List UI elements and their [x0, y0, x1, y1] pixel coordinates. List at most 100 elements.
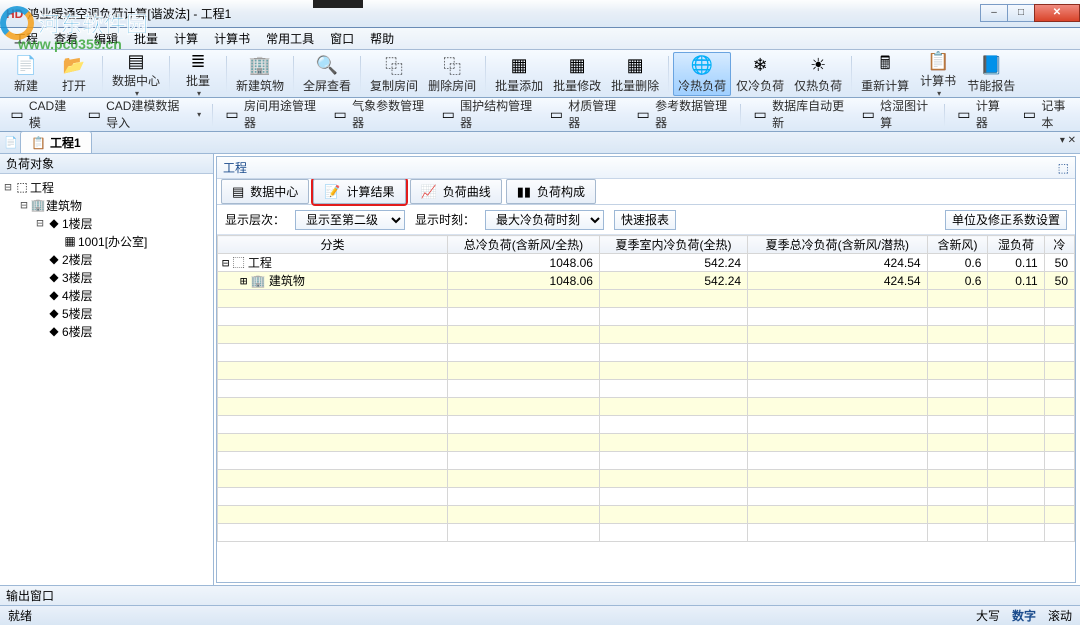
document-tab-title: 工程1: [50, 134, 81, 151]
tool-CAD建模数据导入[interactable]: ▭CAD建模数据导入▾: [79, 100, 208, 128]
tool-围护结构管理器[interactable]: ▭围护结构管理器: [433, 100, 541, 128]
object-tree[interactable]: ⊟⬚工程⊟🏢建筑物⊟◆1楼层▦1001[办公室]◆2楼层◆3楼层◆4楼层◆5楼层…: [0, 174, 213, 585]
subtab-负荷曲线[interactable]: 📈负荷曲线: [410, 179, 502, 204]
table-row-empty: [218, 380, 1075, 398]
tree-node[interactable]: ◆5楼层: [2, 304, 211, 322]
document-tab-icon: 📋: [31, 136, 46, 150]
close-button[interactable]: ✕: [1034, 4, 1080, 22]
tree-node[interactable]: ◆3楼层: [2, 268, 211, 286]
toolbar-separator: [293, 56, 294, 93]
tree-node[interactable]: ◆6楼层: [2, 322, 211, 340]
grid-category-cell[interactable]: ⊞ 🏢 建筑物: [218, 272, 448, 290]
tool-新建[interactable]: 📄新建: [2, 52, 50, 96]
tool-label: 记事本: [1041, 97, 1073, 131]
maximize-button[interactable]: □: [1007, 4, 1035, 22]
menu-item[interactable]: 编辑: [86, 30, 126, 47]
tool-删除房间[interactable]: ⿻删除房间: [423, 52, 481, 96]
grid-header[interactable]: 冷: [1044, 236, 1074, 254]
tool-参考数据管理器[interactable]: ▭参考数据管理器: [628, 100, 736, 128]
tool-全屏查看[interactable]: 🔍全屏查看: [298, 52, 356, 96]
grid-header[interactable]: 夏季室内冷负荷(全热): [599, 236, 747, 254]
tree-node[interactable]: ▦1001[办公室]: [2, 232, 211, 250]
grid-header[interactable]: 分类: [218, 236, 448, 254]
quick-report-button[interactable]: 快速报表: [614, 210, 676, 230]
tool-房间用途管理器[interactable]: ▭房间用途管理器: [217, 100, 325, 128]
tree-node-label: 1楼层: [62, 215, 93, 232]
tool-label: 批量添加: [495, 77, 543, 94]
subtab-icon: ▮▮: [517, 184, 531, 200]
tool-仅热负荷[interactable]: ☀仅热负荷: [789, 52, 847, 96]
header-options-icon[interactable]: ⬚: [1058, 161, 1069, 175]
table-row[interactable]: ⊟ ⬚ 工程1048.06542.24424.540.60.1150: [218, 254, 1075, 272]
tool-批量修改[interactable]: ▦批量修改: [548, 52, 606, 96]
menu-item[interactable]: 批量: [126, 30, 166, 47]
tab-options-icon[interactable]: ▾ ✕: [1060, 135, 1076, 146]
新建-icon: 📄: [15, 55, 37, 77]
焓湿图计算-icon: ▭: [860, 105, 876, 123]
menu-item[interactable]: 工程: [6, 30, 46, 47]
grid-header[interactable]: 湿负荷: [988, 236, 1044, 254]
result-grid[interactable]: 分类总冷负荷(含新风/全热)夏季室内冷负荷(全热)夏季总冷负荷(含新风/潜热)含…: [217, 235, 1075, 582]
menu-item[interactable]: 窗口: [322, 30, 362, 47]
content-subtabs: ▤数据中心📝计算结果📈负荷曲线▮▮负荷构成: [217, 179, 1075, 205]
menu-item[interactable]: 帮助: [362, 30, 402, 47]
tool-气象参数管理器[interactable]: ▭气象参数管理器: [325, 100, 433, 128]
subtab-label: 计算结果: [347, 183, 395, 200]
menu-item[interactable]: 查看: [46, 30, 86, 47]
tool-新建筑物[interactable]: 🏢新建筑物: [231, 52, 289, 96]
tree-twisty-icon[interactable]: ⊟: [18, 198, 30, 212]
tool-数据中心[interactable]: ▤数据中心▾: [107, 52, 165, 96]
table-row[interactable]: ⊞ 🏢 建筑物1048.06542.24424.540.60.1150: [218, 272, 1075, 290]
tree-node[interactable]: ⊟🏢建筑物: [2, 196, 211, 214]
document-tab[interactable]: 📋 工程1: [20, 131, 92, 153]
tool-重新计算[interactable]: 🖩重新计算: [856, 52, 914, 96]
time-select[interactable]: 最大冷负荷时刻: [485, 210, 604, 230]
tool-label: 冷热负荷: [678, 77, 726, 94]
tool-记事本[interactable]: ▭记事本: [1015, 100, 1080, 128]
menu-item[interactable]: 计算: [166, 30, 206, 47]
tool-计算器[interactable]: ▭计算器: [949, 100, 1015, 128]
tool-label: 节能报告: [967, 77, 1015, 94]
subtab-计算结果[interactable]: 📝计算结果: [313, 179, 405, 204]
tool-冷热负荷[interactable]: 🌐冷热负荷: [673, 52, 731, 96]
房间用途管理器-icon: ▭: [224, 105, 240, 123]
tree-twisty-icon[interactable]: ⊟: [2, 180, 14, 194]
tree-node[interactable]: ⊟⬚工程: [2, 178, 211, 196]
tool-打开[interactable]: 📂打开: [50, 52, 98, 96]
menu-item[interactable]: 计算书: [206, 30, 258, 47]
grid-header[interactable]: 含新风): [927, 236, 988, 254]
level-select[interactable]: 显示至第二级: [295, 210, 405, 230]
tool-材质管理器[interactable]: ▭材质管理器: [541, 100, 628, 128]
subtab-数据中心[interactable]: ▤数据中心: [221, 179, 309, 204]
tree-twisty-icon[interactable]: ⊟: [34, 216, 46, 230]
grid-header[interactable]: 总冷负荷(含新风/全热): [448, 236, 600, 254]
删除房间-icon: ⿻: [441, 55, 463, 77]
tool-复制房间[interactable]: ⿻复制房间: [365, 52, 423, 96]
tree-node[interactable]: ◆4楼层: [2, 286, 211, 304]
tool-批量[interactable]: ≣批量▾: [174, 52, 222, 96]
tool-CAD建模[interactable]: ▭CAD建模: [2, 100, 79, 128]
content-header: 工程 ⬚: [217, 157, 1075, 179]
tool-批量添加[interactable]: ▦批量添加: [490, 52, 548, 96]
menu-item[interactable]: 常用工具: [258, 30, 322, 47]
tree-node[interactable]: ◆2楼层: [2, 250, 211, 268]
output-pane-header[interactable]: 输出窗口: [0, 585, 1080, 605]
tool-仅冷负荷[interactable]: ❄仅冷负荷: [731, 52, 789, 96]
tool-批量删除[interactable]: ▦批量删除: [606, 52, 664, 96]
tool-计算书[interactable]: 📋计算书▾: [914, 52, 962, 96]
tool-节能报告[interactable]: 📘节能报告: [962, 52, 1020, 96]
doc-list-icon[interactable]: 📄: [4, 136, 18, 149]
tree-node[interactable]: ⊟◆1楼层: [2, 214, 211, 232]
tool-label: 数据中心: [112, 72, 160, 89]
unit-settings-button[interactable]: 单位及修正系数设置: [945, 210, 1067, 230]
grid-cell: 1048.06: [448, 254, 600, 272]
minimize-button[interactable]: –: [980, 4, 1008, 22]
subtab-负荷构成[interactable]: ▮▮负荷构成: [506, 179, 596, 204]
tree-node-label: 4楼层: [62, 287, 93, 304]
tool-焓湿图计算[interactable]: ▭焓湿图计算: [853, 100, 940, 128]
tool-数据库自动更新[interactable]: ▭数据库自动更新: [745, 100, 853, 128]
grid-category-cell[interactable]: ⊟ ⬚ 工程: [218, 254, 448, 272]
tool-label: 围护结构管理器: [460, 97, 534, 131]
content-area: 工程 ⬚ ▤数据中心📝计算结果📈负荷曲线▮▮负荷构成 显示层次： 显示至第二级 …: [214, 154, 1080, 585]
grid-header[interactable]: 夏季总冷负荷(含新风/潜热): [748, 236, 928, 254]
